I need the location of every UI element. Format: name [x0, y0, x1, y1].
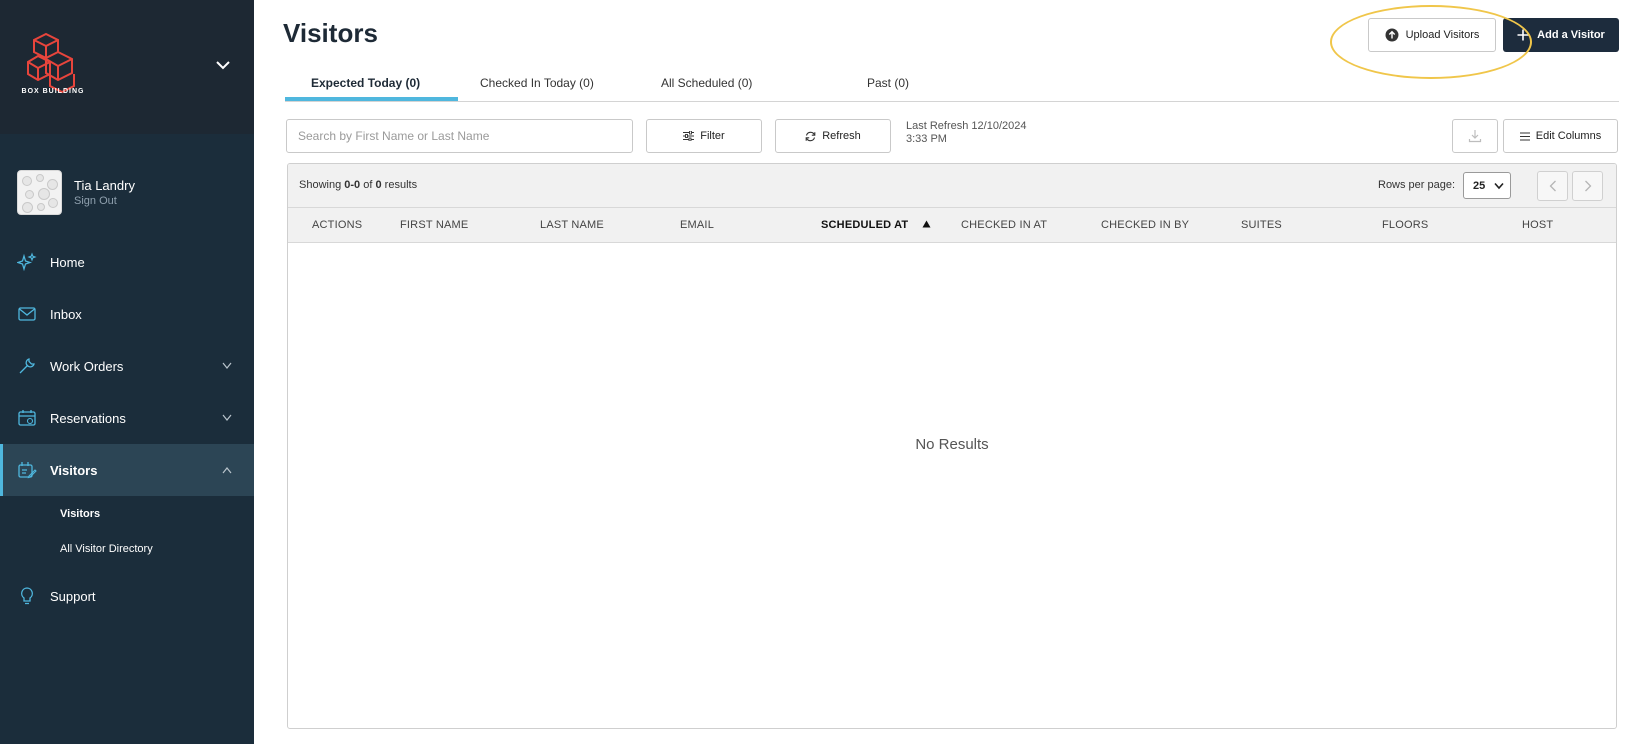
- chevron-down-icon[interactable]: [214, 56, 232, 74]
- column-header-email[interactable]: EMAIL: [680, 219, 714, 231]
- list-icon: [1519, 131, 1530, 141]
- column-header-host[interactable]: HOST: [1522, 219, 1553, 231]
- chevron-up-icon: [222, 467, 232, 474]
- refresh-label: Refresh: [822, 130, 861, 142]
- column-header-checked-in-by[interactable]: CHECKED IN BY: [1101, 219, 1189, 231]
- column-header-first-name[interactable]: FIRST NAME: [400, 219, 468, 231]
- subnav-item-all-visitor-directory[interactable]: All Visitor Directory: [0, 531, 254, 566]
- chevron-down-icon: [222, 362, 232, 369]
- download-button[interactable]: [1452, 119, 1498, 153]
- edit-columns-button[interactable]: Edit Columns: [1503, 119, 1618, 153]
- add-visitor-button[interactable]: Add a Visitor: [1503, 18, 1619, 52]
- sidebar-nav: Home Inbox Work Orders Reservations Visi…: [0, 236, 254, 622]
- brand-header: BOX BUILDING: [0, 0, 254, 134]
- calendar-icon: [18, 410, 36, 426]
- refresh-icon: [805, 131, 816, 141]
- column-header-scheduled-at[interactable]: SCHEDULED AT: [821, 219, 908, 231]
- active-tab-indicator: [285, 97, 458, 101]
- column-header-suites[interactable]: SUITES: [1241, 219, 1282, 231]
- of-label: of: [363, 179, 373, 191]
- user-profile: Tia Landry Sign Out: [17, 170, 135, 215]
- results-range: 0-0: [344, 179, 361, 191]
- sidebar: BOX BUILDING Tia Landry Sign Out Home In…: [0, 0, 254, 744]
- filter-label: Filter: [700, 130, 725, 142]
- logo-text: BOX BUILDING: [21, 88, 85, 95]
- results-label: results: [384, 179, 418, 191]
- sidebar-item-label: Home: [50, 254, 85, 270]
- column-header-floors[interactable]: FLOORS: [1382, 219, 1428, 231]
- results-total: 0: [375, 179, 382, 191]
- showing-prefix: Showing: [299, 179, 342, 191]
- table-header-row: ACTIONS FIRST NAME LAST NAME EMAIL SCHED…: [288, 208, 1616, 243]
- sidebar-item-reservations[interactable]: Reservations: [0, 392, 254, 444]
- empty-state-message: No Results: [915, 436, 989, 453]
- edit-columns-label: Edit Columns: [1535, 130, 1602, 142]
- visitor-tabs: Expected Today (0) Checked In Today (0) …: [285, 70, 1619, 102]
- sidebar-item-visitors[interactable]: Visitors: [0, 444, 254, 496]
- sign-out-link[interactable]: Sign Out: [74, 195, 135, 207]
- chevron-left-icon: [1549, 180, 1556, 192]
- upload-visitors-label: Upload Visitors: [1405, 29, 1480, 41]
- sort-ascending-icon[interactable]: [922, 220, 931, 228]
- prev-page-button[interactable]: [1537, 171, 1568, 201]
- visitors-table: Showing 0-0 of 0 results Rows per page: …: [287, 163, 1617, 729]
- sidebar-item-label: Work Orders: [50, 358, 124, 374]
- column-header-checked-in-at[interactable]: CHECKED IN AT: [961, 219, 1047, 231]
- next-page-button[interactable]: [1572, 171, 1603, 201]
- last-refresh-timestamp: Last Refresh 12/10/2024 3:33 PM: [906, 120, 1026, 146]
- sidebar-item-label: Visitors: [50, 462, 98, 478]
- tab-expected-today[interactable]: Expected Today (0): [311, 76, 420, 90]
- main-content: Visitors Upload Visitors Add a Visitor E…: [254, 0, 1636, 744]
- chevron-down-icon: [222, 414, 232, 421]
- chevron-right-icon: [1584, 180, 1591, 192]
- filter-button[interactable]: Filter: [646, 119, 762, 153]
- wrench-icon: [19, 358, 35, 374]
- sidebar-item-work-orders[interactable]: Work Orders: [0, 340, 254, 392]
- tab-all-scheduled[interactable]: All Scheduled (0): [661, 76, 752, 90]
- upload-icon: [1385, 28, 1399, 42]
- avatar: [17, 170, 62, 215]
- page-title: Visitors: [283, 18, 378, 48]
- column-header-actions[interactable]: ACTIONS: [312, 219, 362, 231]
- rows-per-page-value: 25: [1473, 179, 1486, 192]
- last-refresh-time: 3:33 PM: [906, 133, 947, 145]
- chevron-down-icon: [1494, 182, 1504, 190]
- tab-checked-in-today[interactable]: Checked In Today (0): [480, 76, 594, 90]
- lightbulb-icon: [21, 587, 33, 605]
- search-input[interactable]: [286, 119, 633, 153]
- column-header-last-name[interactable]: LAST NAME: [540, 219, 604, 231]
- plus-icon: [1517, 29, 1529, 41]
- sidebar-item-label: Reservations: [50, 410, 126, 426]
- tab-past[interactable]: Past (0): [867, 76, 909, 90]
- filter-sliders-icon: [683, 131, 695, 141]
- sidebar-item-support[interactable]: Support: [0, 570, 254, 622]
- sidebar-item-inbox[interactable]: Inbox: [0, 288, 254, 340]
- subnav-item-visitors[interactable]: Visitors: [0, 496, 254, 531]
- rows-per-page-label: Rows per page:: [1378, 179, 1456, 191]
- sidebar-item-home[interactable]: Home: [0, 236, 254, 288]
- visitor-edit-icon: [18, 462, 37, 479]
- sparkle-icon: [17, 252, 37, 272]
- sidebar-item-label: Support: [50, 588, 96, 604]
- download-icon: [1468, 130, 1482, 143]
- rows-per-page-select[interactable]: 25: [1463, 172, 1511, 199]
- envelope-icon: [18, 307, 36, 321]
- last-refresh-date: Last Refresh 12/10/2024: [906, 120, 1027, 132]
- refresh-button[interactable]: Refresh: [775, 119, 891, 153]
- upload-visitors-button[interactable]: Upload Visitors: [1368, 18, 1496, 52]
- sidebar-item-label: Inbox: [50, 306, 82, 322]
- user-name: Tia Landry: [74, 178, 135, 193]
- results-count: Showing 0-0 of 0 results: [299, 179, 417, 191]
- add-visitor-label: Add a Visitor: [1537, 29, 1605, 41]
- table-toolbar: Showing 0-0 of 0 results Rows per page: …: [288, 164, 1616, 208]
